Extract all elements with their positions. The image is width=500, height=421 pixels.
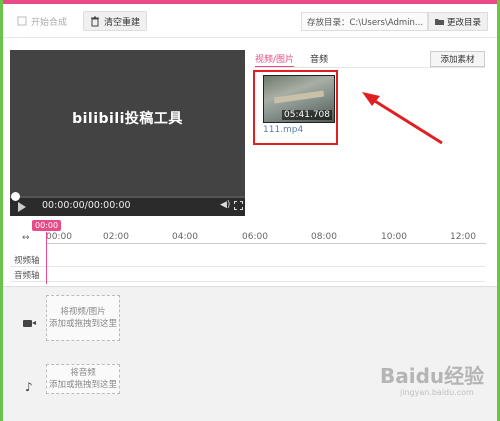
add-material-button[interactable]: 添加素材 <box>430 51 485 67</box>
media-thumbnail[interactable]: 05:41.708 <box>263 75 335 123</box>
start-compose-label: 开始合成 <box>31 17 68 28</box>
music-note-icon: ♪ <box>25 380 33 394</box>
video-drop-line1: 将视频/图片 <box>60 307 106 317</box>
save-path-text: 存放目录：C:\Users\Admin... <box>307 17 424 28</box>
change-directory-label: 更改目录 <box>446 17 481 28</box>
fullscreen-icon[interactable] <box>234 201 243 210</box>
camera-icon <box>23 320 36 327</box>
audio-drop-line2: 添加或拖拽到这里 <box>48 380 117 390</box>
save-path-field: 存放目录：C:\Users\Admin... <box>301 12 428 31</box>
player-controls: 00:00:00/00:00:00 ◀) <box>10 192 245 216</box>
tab-video-image[interactable]: 视频/图片 <box>255 52 295 67</box>
video-track[interactable]: 视频轴 <box>10 252 485 267</box>
media-item[interactable]: 05:41.708 111.mp4 <box>253 70 338 145</box>
video-track-label: 视频轴 <box>14 256 40 266</box>
tick-label: 00:00 <box>46 232 72 242</box>
tick-label: 12:00 <box>450 232 476 242</box>
annotation-arrow-icon <box>362 92 443 145</box>
video-preview[interactable]: bilibili投稿工具 <box>10 50 245 216</box>
timeline-ruler-area: 00:00 ↔ 00:00 02:00 04:00 06:00 08:00 10… <box>10 220 486 246</box>
tick-label: 04:00 <box>172 232 198 242</box>
folder-icon <box>434 19 444 25</box>
audio-track[interactable]: 音频轴 <box>10 267 485 282</box>
watermark-url: jingyan.baidu.com <box>400 388 474 397</box>
thumbnail-scene <box>273 90 325 104</box>
progress-handle[interactable] <box>11 192 20 201</box>
drop-area: 将视频/图片 添加或拖拽到这里 ♪ 将音频 添加或拖拽到这里 <box>3 286 497 421</box>
progress-track[interactable] <box>10 196 245 198</box>
tick-label: 10:00 <box>381 232 407 242</box>
preview-logo: bilibili投稿工具 <box>72 111 183 127</box>
playback-time: 00:00:00/00:00:00 <box>42 200 131 211</box>
media-filename: 111.mp4 <box>263 125 304 135</box>
compose-icon <box>17 16 27 26</box>
toolbar: 开始合成 清空重建 存放目录：C:\Users\Admin... 更改目录 <box>3 4 497 38</box>
media-duration: 05:41.708 <box>282 110 332 120</box>
tick-label: 02:00 <box>103 232 129 242</box>
trash-icon <box>91 16 99 26</box>
audio-track-label: 音频轴 <box>14 271 40 281</box>
tab-audio[interactable]: 音频 <box>310 52 328 65</box>
audio-drop-line1: 将音频 <box>70 368 96 378</box>
timeline-ruler[interactable]: 00:00 02:00 04:00 06:00 08:00 10:00 12:0… <box>46 232 486 244</box>
playhead-time-label: 00:00 <box>32 220 62 231</box>
volume-icon[interactable]: ◀) <box>220 200 230 210</box>
zoom-arrows-icon[interactable]: ↔ <box>22 233 30 243</box>
video-drop-line2: 添加或拖拽到这里 <box>48 319 117 329</box>
audio-drop-zone[interactable]: 将音频 添加或拖拽到这里 <box>46 364 120 394</box>
tick-label: 06:00 <box>242 232 268 242</box>
video-drop-zone[interactable]: 将视频/图片 添加或拖拽到这里 <box>46 295 120 341</box>
play-icon[interactable] <box>18 202 26 212</box>
watermark: Baidu经验 <box>380 364 485 388</box>
clear-rebuild-label: 清空重建 <box>104 17 141 28</box>
start-compose-button[interactable]: 开始合成 <box>11 11 73 31</box>
change-directory-button[interactable]: 更改目录 <box>428 12 488 31</box>
tick-label: 08:00 <box>311 232 337 242</box>
clear-rebuild-button[interactable]: 清空重建 <box>83 11 148 31</box>
playhead-line[interactable] <box>46 232 47 284</box>
